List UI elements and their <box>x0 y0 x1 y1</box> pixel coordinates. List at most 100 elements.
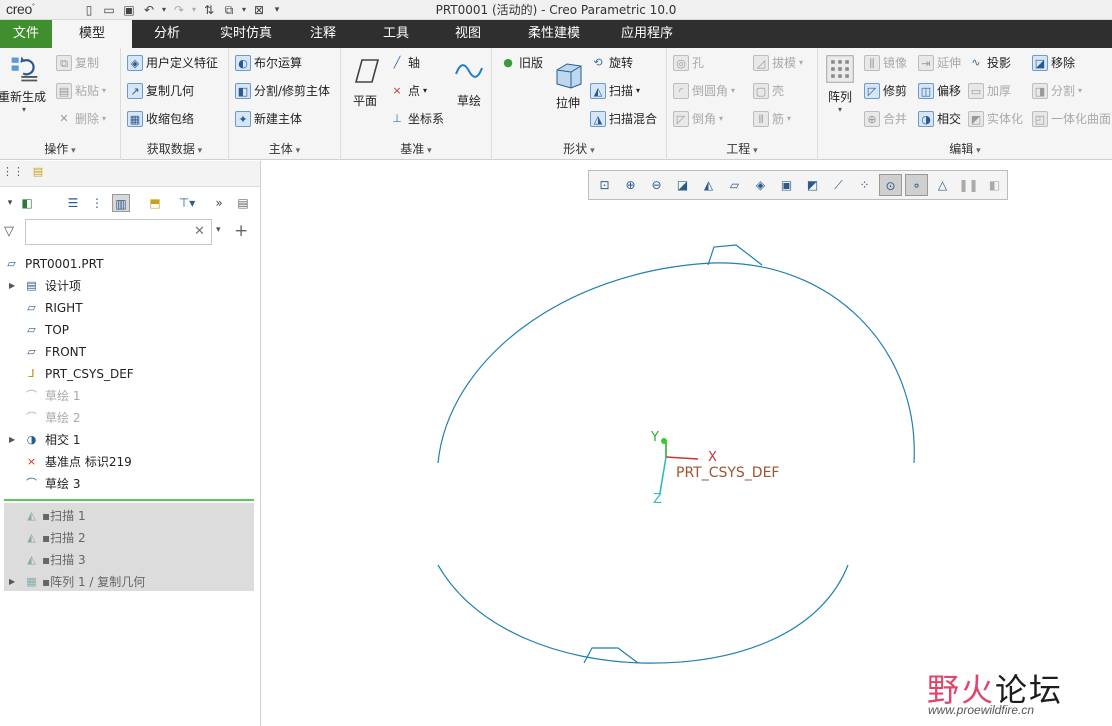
refit-icon[interactable]: ⊡ <box>593 174 616 196</box>
filter-icon[interactable]: ▽ <box>4 224 14 239</box>
open-icon[interactable]: ▭ <box>100 2 118 18</box>
udf-button[interactable]: ◈ 用户定义特征 <box>127 52 218 74</box>
section-icon[interactable]: ◩ <box>801 174 824 196</box>
plane-button[interactable]: 平面 <box>345 54 385 109</box>
tree-item-sweep-2[interactable]: ◭ ▪扫描 2 <box>0 527 255 549</box>
hole-button[interactable]: ◎ 孔 <box>673 52 704 74</box>
add-filter-icon[interactable]: + <box>234 221 248 241</box>
group-label-editing[interactable]: 编辑 <box>818 140 1112 157</box>
group-label-datum[interactable]: 基准 <box>341 140 491 157</box>
point-button[interactable]: × 点 ▾ <box>389 80 427 102</box>
swept-blend-button[interactable]: ◮ 扫描混合 <box>590 108 657 130</box>
pin-icon[interactable]: ⬒ <box>146 194 164 212</box>
split-trim-body-button[interactable]: ◧ 分割/修剪主体 <box>235 80 330 102</box>
undo-icon[interactable]: ↶ <box>140 2 158 18</box>
layer-tree-icon[interactable]: ▥ <box>112 194 130 212</box>
rib-button[interactable]: ⫴ 筋 ▾ <box>753 108 791 130</box>
display-style-icon[interactable]: ◈ <box>749 174 772 196</box>
axis-button[interactable]: ╱ 轴 <box>389 52 420 74</box>
clear-search-icon[interactable]: ✕ <box>194 224 205 239</box>
shrinkwrap-button[interactable]: ▦ 收缩包络 <box>127 108 194 130</box>
regenerate-icon[interactable]: ⇅ <box>200 2 218 18</box>
part-display-icon[interactable]: ◧ <box>18 194 36 212</box>
redo-icon[interactable]: ↷ <box>170 2 188 18</box>
mirror-button[interactable]: ⫼ 镜像 <box>864 52 907 74</box>
sketch-button[interactable]: 草绘 <box>449 54 489 109</box>
tab-view[interactable]: 视图 <box>436 20 500 48</box>
regenerate-button[interactable]: 重新生成 ▾ <box>0 54 48 114</box>
folder-browser-tab-icon[interactable]: ▤ <box>28 165 48 183</box>
solidify-button[interactable]: ◩ 实体化 <box>968 108 1023 130</box>
group-label-body[interactable]: 主体 <box>229 140 340 157</box>
round-button[interactable]: ◜ 倒圆角 ▾ <box>673 80 735 102</box>
tree-item-front[interactable]: ▱ FRONT <box>0 341 255 363</box>
pause-icon[interactable]: ❚❚ <box>957 174 980 196</box>
graphics-window[interactable]: ⊡ ⊕ ⊖ ◪ ◭ ▱ ◈ ▣ ◩ ⟋ ⁘ ⊙ ⚬ △ ❚❚ ◧ Y X Z P… <box>262 161 1112 726</box>
csys-button[interactable]: ⊥ 坐标系 <box>389 108 444 130</box>
tab-analysis[interactable]: 分析 <box>132 20 202 48</box>
tree-item-sketch-3[interactable]: ⌒ 草绘 3 <box>0 473 255 495</box>
search-dropdown-icon[interactable]: ▾ <box>216 225 221 235</box>
tree-item-sketch-2[interactable]: ⌒ 草绘 2 <box>0 407 255 429</box>
tab-file[interactable]: 文件 <box>0 20 52 48</box>
legacy-button[interactable]: ● 旧版 <box>500 52 543 74</box>
offset-button[interactable]: ◫ 偏移 <box>918 80 961 102</box>
tab-annotate[interactable]: 注释 <box>290 20 356 48</box>
paste-button[interactable]: ▤ 粘贴 ▾ <box>56 80 106 102</box>
windows-dropdown-icon[interactable]: ▾ <box>240 2 248 18</box>
shell-button[interactable]: ▢ 壳 <box>753 80 784 102</box>
revolve-button[interactable]: ⟲ 旋转 <box>590 52 633 74</box>
split-button[interactable]: ◨ 分割 ▾ <box>1032 80 1082 102</box>
tree-item-top[interactable]: ▱ TOP <box>0 319 255 341</box>
pattern-dropdown-icon[interactable]: ▾ <box>822 105 858 114</box>
show-dropdown-icon[interactable]: ▾ <box>4 194 16 212</box>
tab-tools[interactable]: 工具 <box>356 20 436 48</box>
view-manager-icon[interactable]: ◭ <box>697 174 720 196</box>
expand-arrow-icon[interactable]: ▶ <box>9 429 15 451</box>
sweep-button[interactable]: ◭ 扫描 ▾ <box>590 80 640 102</box>
spin-center-icon[interactable]: ⊙ <box>879 174 902 196</box>
stop-icon[interactable]: ◧ <box>983 174 1006 196</box>
new-body-button[interactable]: ✦ 新建主体 <box>235 108 302 130</box>
merge-button[interactable]: ⊕ 合并 <box>864 108 907 130</box>
zoom-out-icon[interactable]: ⊖ <box>645 174 668 196</box>
tree-item-intersect-1[interactable]: ▶ ◑ 相交 1 <box>0 429 255 451</box>
regenerate-dropdown-icon[interactable]: ▾ <box>0 105 48 114</box>
group-label-operations[interactable]: 操作 <box>0 140 120 157</box>
extend-button[interactable]: ⇥ 延伸 <box>918 52 961 74</box>
zoom-in-icon[interactable]: ⊕ <box>619 174 642 196</box>
undo-dropdown-icon[interactable]: ▾ <box>160 2 168 18</box>
model-tree-tab-icon[interactable]: ⋮⋮ <box>2 165 24 183</box>
tree-search-input[interactable] <box>25 219 212 245</box>
tree-item-sweep-3[interactable]: ◭ ▪扫描 3 <box>0 549 255 571</box>
expand-panel-icon[interactable]: » <box>210 194 228 212</box>
simulation-icon[interactable]: △ <box>931 174 954 196</box>
tree-item-sweep-1[interactable]: ◭ ▪扫描 1 <box>0 505 255 527</box>
tree-item-pattern-1[interactable]: ▶ ▦ ▪阵列 1 / 复制几何 <box>0 571 255 593</box>
annotation-display-icon[interactable]: ⟋ <box>827 174 850 196</box>
chamfer-button[interactable]: ◸ 倒角 ▾ <box>673 108 723 130</box>
close-window-icon[interactable]: ⊠ <box>250 2 268 18</box>
tree-columns-icon[interactable]: ⋮ <box>88 194 106 212</box>
tree-filter-icon[interactable]: ⊤▾ <box>178 194 196 212</box>
perspective-icon[interactable]: ▣ <box>775 174 798 196</box>
tree-item-part[interactable]: ▱ PRT0001.PRT <box>0 253 255 275</box>
draft-button[interactable]: ◿ 拔模 ▾ <box>753 52 803 74</box>
insert-here-indicator[interactable] <box>4 499 254 501</box>
repaint-icon[interactable]: ◪ <box>671 174 694 196</box>
customize-icon[interactable]: ▾ <box>270 2 284 18</box>
tree-item-datum-point[interactable]: × 基准点 标识219 <box>0 451 255 473</box>
redo-dropdown-icon[interactable]: ▾ <box>190 2 198 18</box>
tree-notes-icon[interactable]: ▤ <box>234 194 252 212</box>
extrude-button[interactable]: 拉伸 <box>548 56 588 111</box>
intersect-button[interactable]: ◑ 相交 <box>918 108 961 130</box>
boolean-button[interactable]: ◐ 布尔运算 <box>235 52 302 74</box>
tab-flexible-modeling[interactable]: 柔性建模 <box>500 20 608 48</box>
saved-orientations-icon[interactable]: ▱ <box>723 174 746 196</box>
expand-arrow-icon[interactable]: ▶ <box>9 571 15 593</box>
group-label-get-data[interactable]: 获取数据 <box>121 140 228 157</box>
tab-live-simulation[interactable]: 实时仿真 <box>202 20 290 48</box>
project-button[interactable]: ∿ 投影 <box>968 52 1011 74</box>
delete-button[interactable]: ✕ 删除 ▾ <box>56 108 106 130</box>
trim-button[interactable]: ◸ 修剪 <box>864 80 907 102</box>
